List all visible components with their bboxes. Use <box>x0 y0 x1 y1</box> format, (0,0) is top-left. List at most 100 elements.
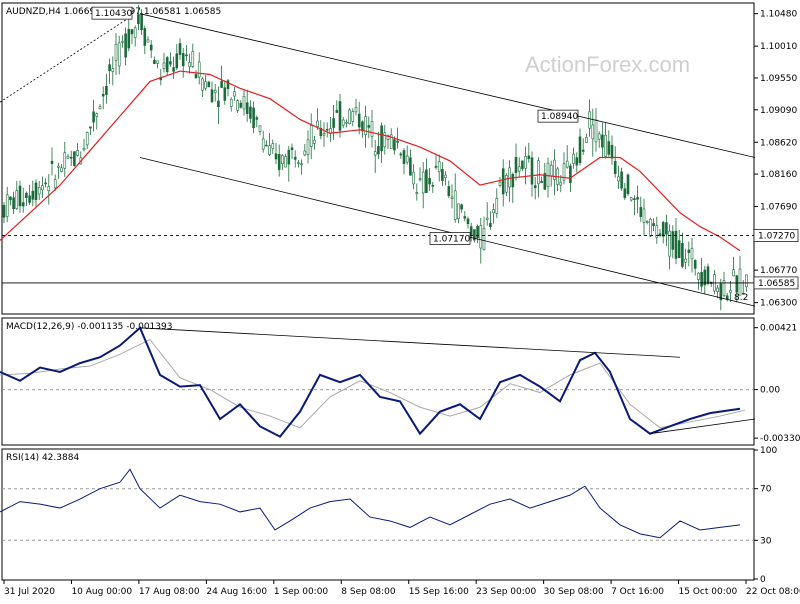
price-candle-body <box>559 181 563 186</box>
price-candle-body <box>373 151 377 156</box>
price-candle-body <box>60 167 63 172</box>
price-tick-label: 1.10480 <box>760 10 797 20</box>
price-candle-body <box>441 169 444 181</box>
price-candle-body <box>581 149 585 152</box>
price-candle-body <box>517 166 521 172</box>
price-candle-body <box>636 197 639 200</box>
price-candle-body <box>223 87 227 101</box>
price-candle-body <box>252 107 255 129</box>
price-candle-body <box>697 272 700 280</box>
price-candle-body <box>322 133 326 136</box>
price-candle-body <box>658 233 662 236</box>
price-candle-body <box>85 132 89 146</box>
price-candle-body <box>409 157 412 176</box>
price-candle-body <box>89 126 92 129</box>
price-candle-body <box>21 202 25 207</box>
price-candle-body <box>117 42 121 67</box>
price-candle-body <box>220 81 223 88</box>
price-level-label: 1.07270 <box>758 232 795 242</box>
price-candle-body <box>677 240 681 258</box>
price-candle-body <box>188 62 191 68</box>
price-candle-body <box>402 150 406 164</box>
price-candle-body <box>453 190 457 220</box>
price-tick-label: 1.08160 <box>760 170 797 180</box>
price-candle-body <box>466 218 470 224</box>
price-candle-body <box>569 165 572 183</box>
price-candle-body <box>281 155 284 165</box>
price-candle-body <box>236 100 239 111</box>
price-candle-body <box>300 163 303 166</box>
price-candle-body <box>607 141 611 155</box>
price-candle-body <box>153 59 156 64</box>
x-tick-label: 1 Sep 00:00 <box>274 587 329 597</box>
rsi-tick-label: 100 <box>760 446 777 456</box>
price-candle-body <box>511 173 515 188</box>
price-candle-body <box>210 89 214 103</box>
price-candle-body <box>197 61 201 78</box>
price-candle-body <box>668 230 671 257</box>
price-candle-body <box>514 157 518 173</box>
price-candle-body <box>239 102 243 108</box>
price-candle-body <box>521 160 524 169</box>
price-candle-body <box>303 150 307 156</box>
price-candle-body <box>501 168 505 195</box>
price-candle-body <box>245 102 249 114</box>
price-candle-body <box>393 139 396 151</box>
price-candle-body <box>476 226 479 239</box>
price-candle-body <box>629 197 633 201</box>
price-candle-body <box>271 143 275 149</box>
price-candle-body <box>121 41 124 43</box>
rsi-tick-label: 0 <box>760 575 766 585</box>
price-candle-body <box>169 61 172 65</box>
price-tick-label: 1.07690 <box>760 203 797 213</box>
price-candle-body <box>367 125 371 128</box>
price-candle-body <box>306 139 310 155</box>
price-candle-body <box>191 51 195 67</box>
price-candle-body <box>108 64 111 72</box>
price-candle-body <box>194 74 198 79</box>
price-candle-body <box>377 146 380 155</box>
price-candle-body <box>149 44 153 51</box>
price-candle-body <box>594 119 598 143</box>
price-candle-body <box>18 185 22 207</box>
x-tick-label: 24 Aug 16:00 <box>206 587 267 597</box>
price-candle-body <box>258 125 262 132</box>
price-candle-body <box>268 145 271 155</box>
price-candle-body <box>9 196 12 201</box>
price-candle-body <box>524 156 527 169</box>
price-candle-body <box>41 185 44 191</box>
price-candle-body <box>335 110 339 113</box>
price-candle-body <box>181 53 185 67</box>
price-candle-body <box>34 182 38 200</box>
price-candle-body <box>274 153 278 160</box>
price-candle-body <box>690 247 694 260</box>
price-candle-body <box>185 54 188 57</box>
price-candle-body <box>12 197 15 210</box>
price-candle-body <box>450 196 454 199</box>
price-candle-body <box>325 128 329 131</box>
macd-title: MACD(12,26,9) -0.001135 -0.001393 <box>6 322 172 332</box>
price-candle-body <box>249 106 252 119</box>
price-candle-body <box>665 222 668 235</box>
price-candle-body <box>380 125 383 152</box>
price-candle-body <box>207 81 211 88</box>
price-candle-body <box>338 101 342 131</box>
price-candle-body <box>284 156 287 168</box>
price-candle-body <box>421 171 425 194</box>
price-candle-body <box>348 109 351 125</box>
price-candle-body <box>287 150 291 165</box>
price-candle-body <box>95 113 99 117</box>
price-candle-body <box>162 62 166 69</box>
macd-tick-label: 0.00 <box>760 386 780 396</box>
price-level-label: 1.06585 <box>758 279 795 289</box>
price-candle-body <box>732 269 735 277</box>
price-candle-body <box>681 242 684 267</box>
price-candle-body <box>505 175 508 193</box>
price-candle-body <box>645 221 649 223</box>
price-candle-body <box>213 89 217 93</box>
price-candle-body <box>687 249 691 253</box>
price-candle-body <box>492 209 495 214</box>
price-candle-body <box>63 152 67 169</box>
price-candle-body <box>495 198 499 214</box>
price-candle-body <box>130 29 134 35</box>
